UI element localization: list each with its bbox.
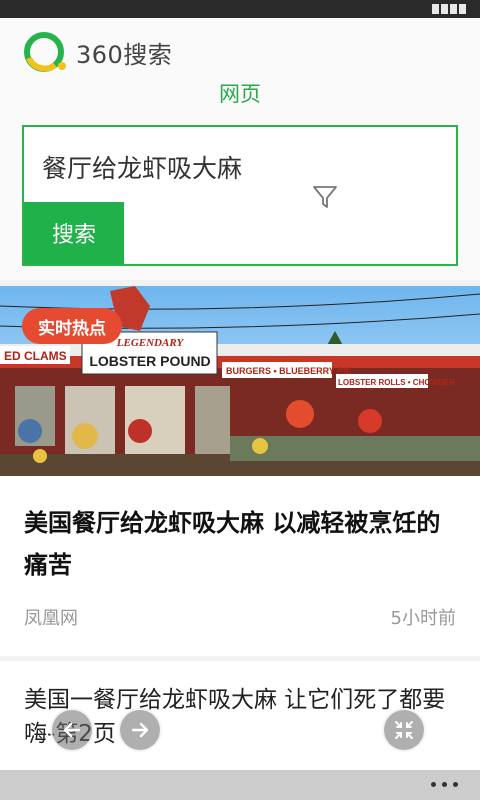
tab-web[interactable]: 网页 — [0, 78, 480, 108]
result-source: 凤凰网 — [24, 608, 78, 629]
filter-icon[interactable] — [311, 183, 339, 211]
search-header: 360搜索 网页 餐厅给龙虾吸大麻 搜索 — [0, 18, 480, 280]
forward-arrow-icon — [131, 722, 149, 738]
battery-icon — [432, 4, 466, 14]
hot-topic-badge: 实时热点 — [22, 308, 122, 344]
logo-text: 360搜索 — [76, 40, 173, 69]
sign-clams: ED CLAMS — [4, 349, 67, 363]
back-arrow-icon — [63, 722, 81, 738]
sign-lobster-pound: LOBSTER POUND — [89, 353, 210, 369]
sign-legendary: LEGENDARY — [116, 337, 185, 349]
result-card[interactable]: ED CLAMS LEGENDARY LOBSTER POUND BURGERS… — [0, 286, 480, 656]
logo-ring-icon — [24, 32, 66, 72]
back-button[interactable] — [50, 708, 94, 752]
search-button[interactable]: 搜索 — [24, 202, 124, 264]
status-bar — [0, 0, 480, 18]
bottom-toolbar — [0, 770, 480, 800]
more-dots-icon[interactable] — [431, 782, 458, 787]
exit-fullscreen-icon — [395, 721, 413, 739]
search-box[interactable]: 餐厅给龙虾吸大麻 搜索 — [22, 125, 458, 266]
result-time: 5小时前 — [390, 608, 456, 629]
result-title[interactable]: 美国餐厅给龙虾吸大麻 以减轻被烹饪的痛苦 — [24, 502, 464, 586]
sign-lobster-rolls: LOBSTER ROLLS • CHOWDER — [338, 378, 455, 387]
result-photo: ED CLAMS LEGENDARY LOBSTER POUND BURGERS… — [0, 286, 480, 476]
sign-burgers: BURGERS • BLUEBERRY PIE — [226, 366, 352, 376]
logo[interactable]: 360搜索 — [22, 28, 172, 76]
forward-button[interactable] — [118, 708, 162, 752]
search-input[interactable]: 餐厅给龙虾吸大麻 — [42, 149, 242, 185]
exit-fullscreen-button[interactable] — [382, 708, 426, 752]
